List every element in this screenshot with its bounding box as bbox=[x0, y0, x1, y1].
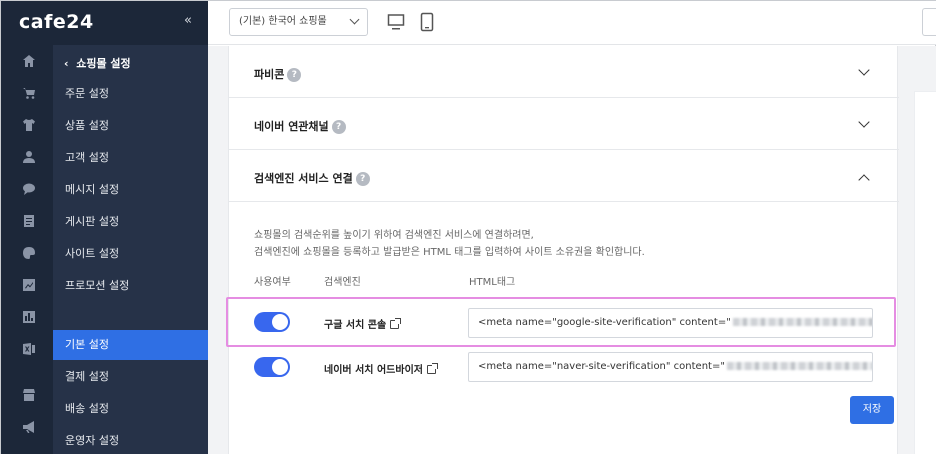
chevron-down-icon bbox=[349, 14, 360, 25]
topbar-edge-control[interactable] bbox=[922, 8, 936, 36]
palette-icon[interactable] bbox=[22, 246, 36, 260]
chevron-down-icon[interactable] bbox=[858, 116, 870, 128]
toggle-knob bbox=[272, 359, 288, 375]
save-button[interactable]: 저장 bbox=[850, 396, 894, 424]
chevron-down-icon[interactable] bbox=[858, 64, 870, 76]
google-html-tag-value: <meta name="google-site-verification" co… bbox=[478, 317, 731, 328]
menu-item-basic[interactable]: 기본 설정 bbox=[53, 330, 208, 360]
menu-item-product[interactable]: 상품 설정 bbox=[53, 111, 208, 141]
section-naver-channel[interactable]: 네이버 연관채널? bbox=[229, 98, 899, 150]
settings-submenu: ‹ 쇼핑몰 설정 주문 설정 상품 설정 고객 설정 메시지 설정 게시판 설정… bbox=[53, 45, 208, 454]
megaphone-icon[interactable] bbox=[22, 420, 36, 434]
menu-item-site[interactable]: 사이트 설정 bbox=[53, 239, 208, 269]
home-icon[interactable] bbox=[22, 54, 36, 68]
naver-html-tag-value: <meta name="naver-site-verification" con… bbox=[478, 361, 725, 372]
icon-rail bbox=[1, 45, 53, 454]
engine-name-google-label: 구글 서치 콘솔 bbox=[324, 320, 387, 331]
menu-item-board[interactable]: 게시판 설정 bbox=[53, 207, 208, 237]
submenu-title[interactable]: ‹ 쇼핑몰 설정 bbox=[64, 55, 131, 71]
column-header-use: 사용여부 bbox=[254, 277, 291, 288]
section-title-naver-channel: 네이버 연관채널? bbox=[254, 118, 346, 134]
menu-item-order[interactable]: 주문 설정 bbox=[53, 79, 208, 109]
section-title-search-engine-label: 검색엔진 서비스 연결 bbox=[254, 172, 353, 185]
shirt-icon[interactable] bbox=[22, 118, 36, 132]
description-line: 쇼핑몰의 검색순위를 높이기 위하여 검색엔진 서비스에 연결하려면, bbox=[254, 230, 534, 241]
section-favicon[interactable]: 파비콘? bbox=[229, 46, 899, 98]
external-link-icon[interactable] bbox=[390, 318, 402, 329]
content-area: 파비콘? 네이버 연관채널? 검색엔진 서비스 연결? 쇼핑몰의 검색순위를 높… bbox=[208, 46, 936, 454]
collapse-sidebar-button[interactable]: « bbox=[184, 13, 192, 28]
description-line: 검색엔진에 쇼핑몰을 등록하고 발급받은 HTML 태그를 입력하여 사이트 소… bbox=[254, 247, 645, 258]
engine-row-google: 구글 서치 콘솔 <meta name="google-site-verific… bbox=[229, 303, 899, 343]
naver-enable-toggle[interactable] bbox=[254, 357, 290, 377]
menu-item-customer[interactable]: 고객 설정 bbox=[53, 143, 208, 173]
redacted-content bbox=[732, 318, 872, 326]
section-title-naver-channel-label: 네이버 연관채널 bbox=[254, 120, 329, 133]
google-enable-toggle[interactable] bbox=[254, 312, 290, 332]
menu-item-operator[interactable]: 운영자 설정 bbox=[53, 426, 208, 454]
language-select[interactable]: (기본) 한국어 쇼핑몰 bbox=[229, 8, 368, 36]
user-icon[interactable] bbox=[22, 150, 36, 164]
naver-html-tag-input[interactable]: <meta name="naver-site-verification" con… bbox=[468, 352, 873, 382]
side-panel bbox=[914, 91, 936, 454]
stats-icon[interactable] bbox=[22, 310, 36, 324]
menu-item-payment[interactable]: 결제 설정 bbox=[53, 362, 208, 392]
sidebar: cafe24 « ‹ 쇼핑몰 설정 주문 설정 상품 설정 고객 설정 메시지 … bbox=[1, 1, 208, 454]
section-title-favicon: 파비콘? bbox=[254, 66, 302, 82]
help-icon[interactable]: ? bbox=[331, 120, 346, 134]
language-select-value: (기본) 한국어 쇼핑몰 bbox=[239, 16, 327, 27]
section-search-engine[interactable]: 검색엔진 서비스 연결? bbox=[229, 150, 899, 202]
external-link-icon[interactable] bbox=[426, 363, 438, 374]
column-header-html: HTML태그 bbox=[469, 277, 516, 288]
mobile-icon[interactable] bbox=[420, 12, 434, 32]
help-icon[interactable]: ? bbox=[355, 172, 370, 186]
menu-item-shipping[interactable]: 배송 설정 bbox=[53, 394, 208, 424]
section-description: 쇼핑몰의 검색순위를 높이기 위하여 검색엔진 서비스에 연결하려면, 검색엔진… bbox=[254, 227, 645, 261]
cart-icon[interactable] bbox=[22, 86, 36, 100]
help-icon[interactable]: ? bbox=[287, 68, 302, 82]
logo[interactable]: cafe24 bbox=[19, 11, 94, 33]
google-html-tag-input[interactable]: <meta name="google-site-verification" co… bbox=[468, 308, 873, 338]
engine-name-google[interactable]: 구글 서치 콘솔 bbox=[324, 316, 402, 331]
chart-icon[interactable] bbox=[22, 278, 36, 292]
engine-row-naver: 네이버 서치 어드바이저 <meta name="naver-site-veri… bbox=[229, 347, 899, 387]
menu-item-promotion[interactable]: 프로모션 설정 bbox=[53, 271, 208, 301]
toggle-knob bbox=[272, 314, 288, 330]
document-icon[interactable] bbox=[22, 214, 36, 228]
menu-item-message[interactable]: 메시지 설정 bbox=[53, 175, 208, 205]
top-bar: (기본) 한국어 쇼핑몰 bbox=[208, 1, 936, 45]
engine-name-naver[interactable]: 네이버 서치 어드바이저 bbox=[324, 361, 438, 376]
section-title-search-engine: 검색엔진 서비스 연결? bbox=[254, 170, 370, 186]
chevron-up-icon[interactable] bbox=[858, 174, 870, 186]
store-icon[interactable] bbox=[22, 388, 36, 402]
submenu-title-label: 쇼핑몰 설정 bbox=[76, 57, 131, 70]
redacted-content bbox=[726, 362, 872, 370]
excel-icon[interactable] bbox=[22, 342, 36, 356]
engine-name-naver-label: 네이버 서치 어드바이저 bbox=[324, 365, 423, 376]
section-title-favicon-label: 파비콘 bbox=[254, 68, 285, 81]
settings-panel: 파비콘? 네이버 연관채널? 검색엔진 서비스 연결? 쇼핑몰의 검색순위를 높… bbox=[228, 46, 899, 454]
column-header-engine: 검색엔진 bbox=[324, 277, 361, 288]
chat-icon[interactable] bbox=[22, 182, 36, 196]
pc-icon[interactable] bbox=[387, 13, 405, 31]
